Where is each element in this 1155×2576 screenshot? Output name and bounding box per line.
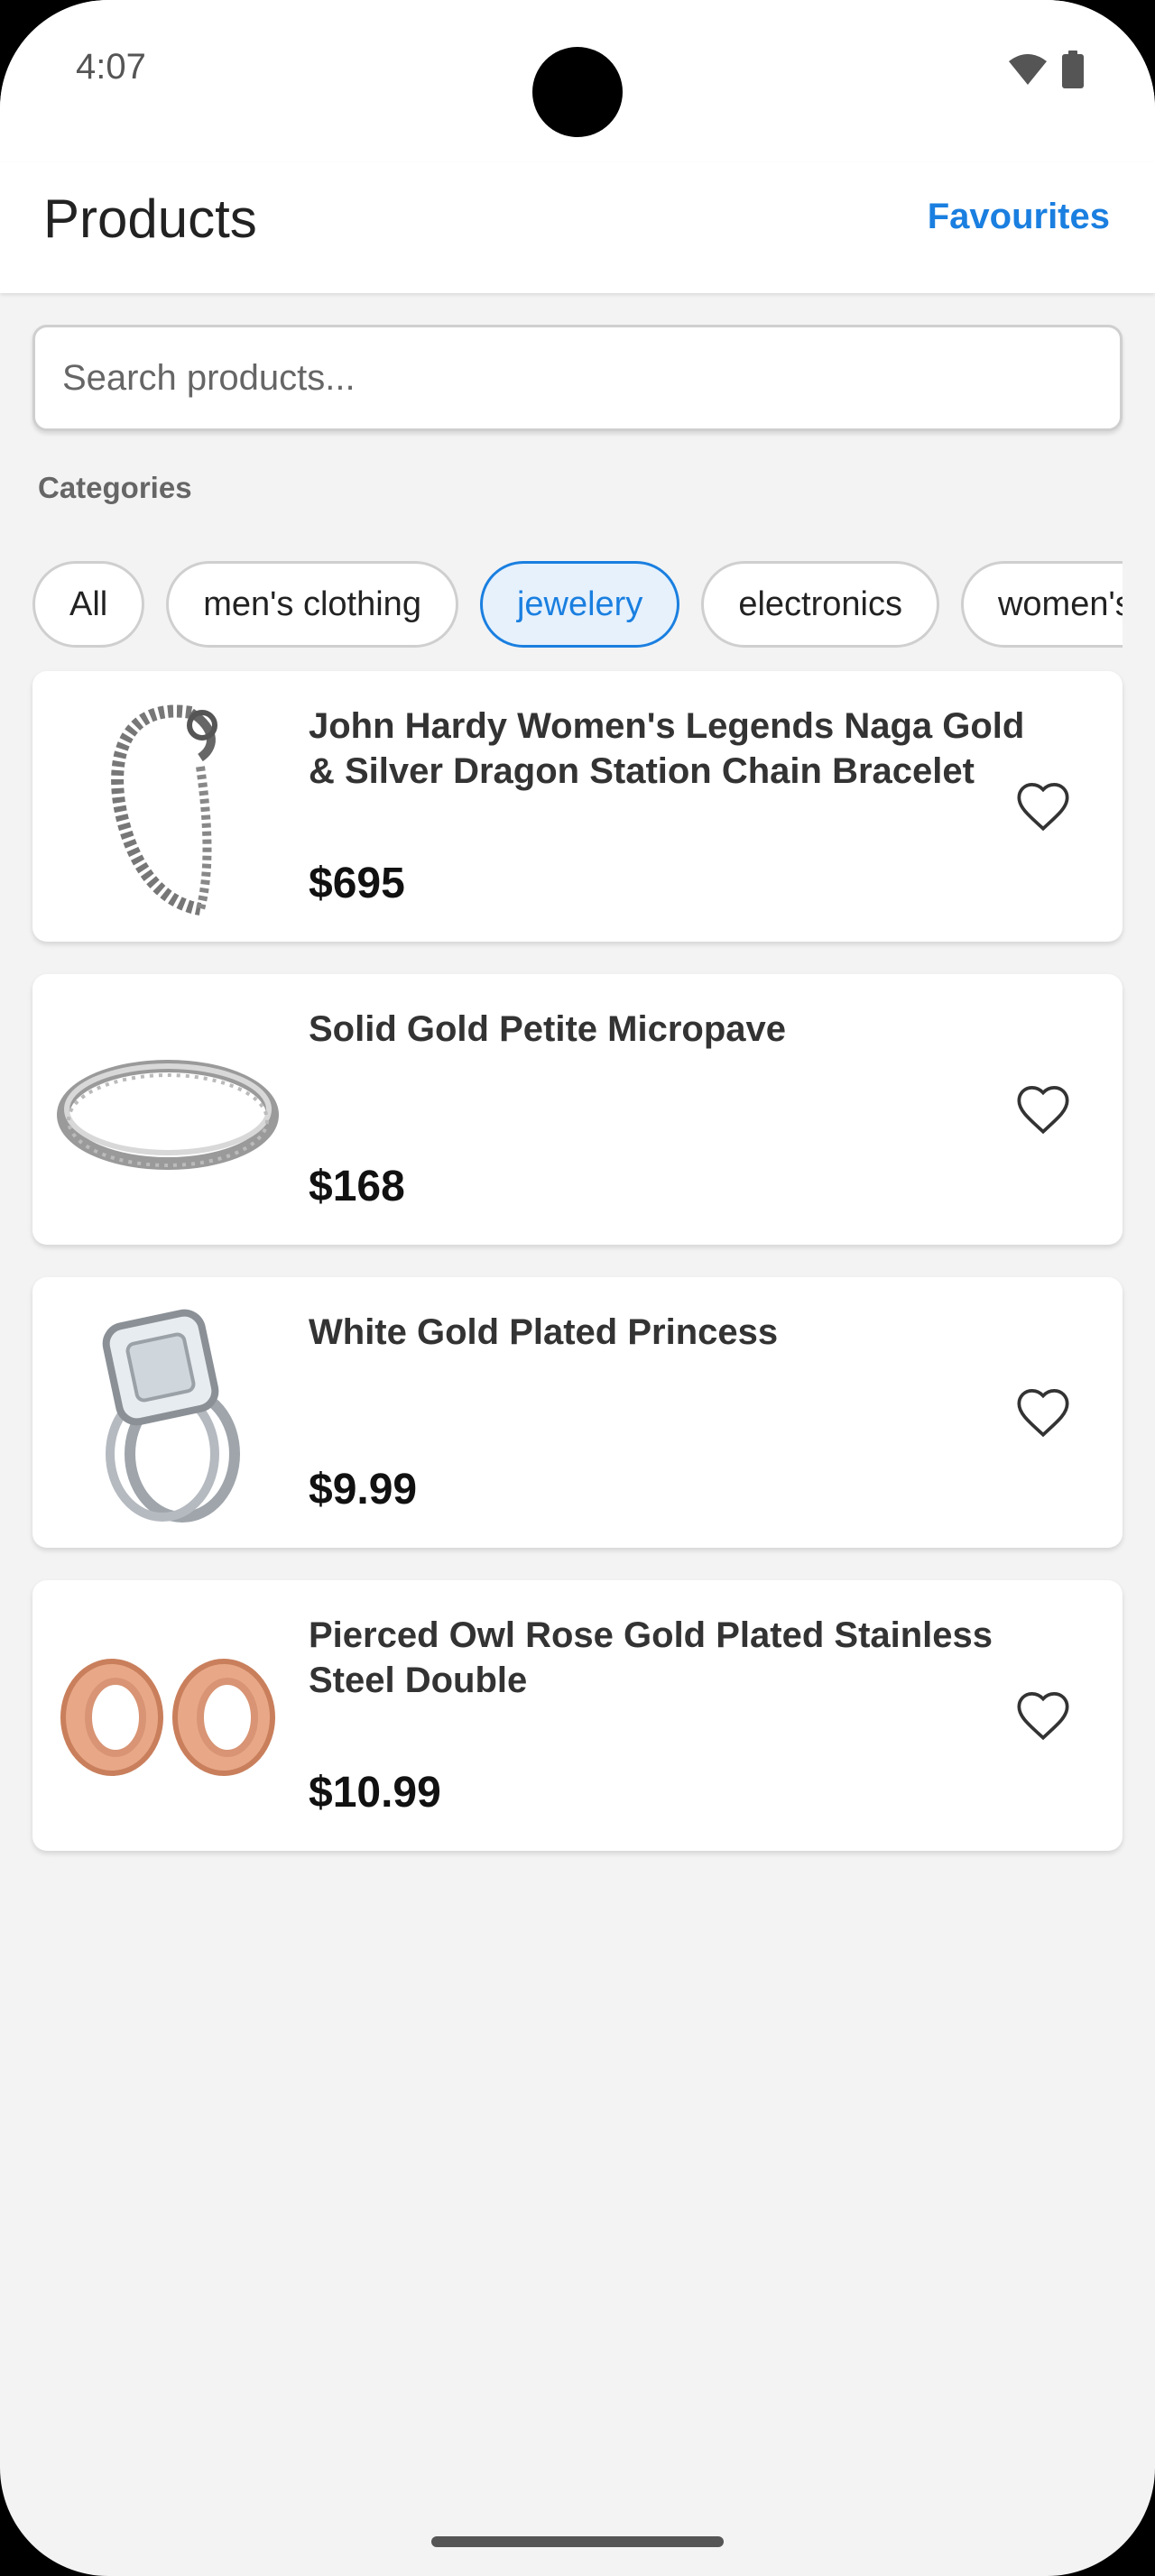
categories-label: Categories [38, 471, 192, 504]
product-image [56, 998, 280, 1221]
wifi-icon [1007, 52, 1049, 87]
product-price: $10.99 [309, 1769, 441, 1817]
product-card[interactable]: Pierced Owl Rose Gold Plated Stainless S… [32, 1580, 1123, 1851]
chip-womens-clothing[interactable]: women's clothing [960, 561, 1123, 648]
product-card[interactable]: Solid Gold Petite Micropave $168 [32, 974, 1123, 1245]
camera-cutout [532, 47, 623, 137]
search-box [32, 325, 1123, 431]
battery-icon [1061, 51, 1085, 88]
page-title: Products [43, 189, 257, 249]
search-input[interactable] [35, 327, 1120, 428]
tunnel-plugs-image [60, 1659, 275, 1776]
product-image [56, 1301, 280, 1524]
chip-electronics[interactable]: electronics [701, 561, 939, 648]
product-price: $9.99 [309, 1466, 418, 1513]
product-image [56, 1604, 280, 1827]
status-bar: 4:07 [0, 0, 1155, 162]
ring-image [57, 1060, 279, 1170]
favourite-heart-icon[interactable] [1014, 1385, 1072, 1443]
device-screen: 4:07 Products Favourites Categories Al [0, 0, 1155, 2576]
chip-all[interactable]: All [32, 561, 145, 648]
bracelet-image [111, 704, 217, 915]
product-list: John Hardy Women's Legends Naga Gold & S… [32, 671, 1123, 1883]
product-price: $168 [309, 1163, 405, 1210]
favourite-heart-icon[interactable] [1014, 1688, 1072, 1746]
chip-jewelery[interactable]: jewelery [479, 561, 680, 648]
product-image [56, 695, 280, 918]
engagement-ring-image [102, 1309, 240, 1523]
app-bar: Products Favourites [0, 162, 1155, 293]
product-price: $695 [309, 860, 405, 907]
product-title: Pierced Owl Rose Gold Plated Stainless S… [309, 1615, 993, 1700]
status-icons [1007, 51, 1085, 88]
favourites-link[interactable]: Favourites [928, 197, 1110, 237]
chip-mens-clothing[interactable]: men's clothing [166, 561, 458, 648]
category-chip-row[interactable]: All men's clothing jewelery electronics … [32, 561, 1123, 648]
gesture-bar[interactable] [431, 2536, 724, 2547]
product-card[interactable]: John Hardy Women's Legends Naga Gold & S… [32, 671, 1123, 942]
product-title: White Gold Plated Princess [309, 1312, 779, 1352]
favourite-heart-icon[interactable] [1014, 779, 1072, 837]
product-title: John Hardy Women's Legends Naga Gold & S… [309, 706, 1025, 791]
favourite-heart-icon[interactable] [1014, 1082, 1072, 1140]
product-title: Solid Gold Petite Micropave [309, 1009, 786, 1049]
status-time: 4:07 [76, 47, 146, 87]
product-card[interactable]: White Gold Plated Princess $9.99 [32, 1277, 1123, 1548]
